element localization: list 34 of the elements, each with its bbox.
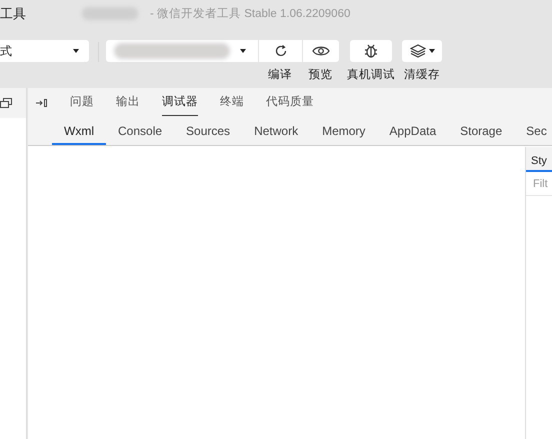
devtools-tab[interactable]: Sources — [174, 118, 242, 145]
caret-icon — [73, 49, 79, 53]
eye-icon — [312, 45, 330, 57]
eye-button[interactable] — [302, 40, 339, 62]
window-title: - 微信开发者工具 Stable 1.06.2209060 — [150, 6, 350, 22]
devtools-tab[interactable]: Network — [242, 118, 310, 145]
bug-icon — [363, 43, 379, 59]
layers-button[interactable] — [402, 40, 442, 62]
caret-icon — [240, 49, 246, 53]
mode-select[interactable]: 式 — [0, 40, 89, 62]
refresh-button[interactable] — [258, 40, 302, 62]
dock-icon[interactable] — [36, 98, 48, 108]
devtools-tab[interactable]: Wxml — [52, 118, 106, 145]
caret-icon — [428, 49, 434, 53]
app-title: 工具 — [0, 5, 26, 23]
button-label: 编译 — [268, 68, 292, 83]
panel-tab[interactable]: 代码质量 — [266, 90, 314, 116]
button-label: 清缓存 — [404, 68, 440, 83]
devtools-tab[interactable]: Sec — [514, 118, 552, 145]
button-label: 真机调试 — [347, 68, 395, 83]
window-icon[interactable] — [0, 98, 12, 108]
devtools-tab[interactable]: Memory — [310, 118, 378, 145]
panel-tab[interactable]: 输出 — [116, 90, 140, 116]
devtools-tab[interactable]: Console — [106, 118, 174, 145]
panel-tab[interactable]: 终端 — [220, 90, 244, 116]
panel-tab[interactable]: 调试器 — [162, 90, 198, 116]
bug-button[interactable] — [350, 40, 392, 62]
layers-icon — [410, 44, 426, 58]
devtools-tab[interactable]: AppData — [377, 118, 448, 145]
button-label: 预览 — [308, 68, 332, 83]
refresh-icon — [274, 44, 288, 58]
devtools-tab[interactable]: Storage — [448, 118, 514, 145]
panel-tab[interactable]: 问题 — [70, 90, 94, 116]
styles-tab[interactable]: Sty — [526, 147, 552, 172]
